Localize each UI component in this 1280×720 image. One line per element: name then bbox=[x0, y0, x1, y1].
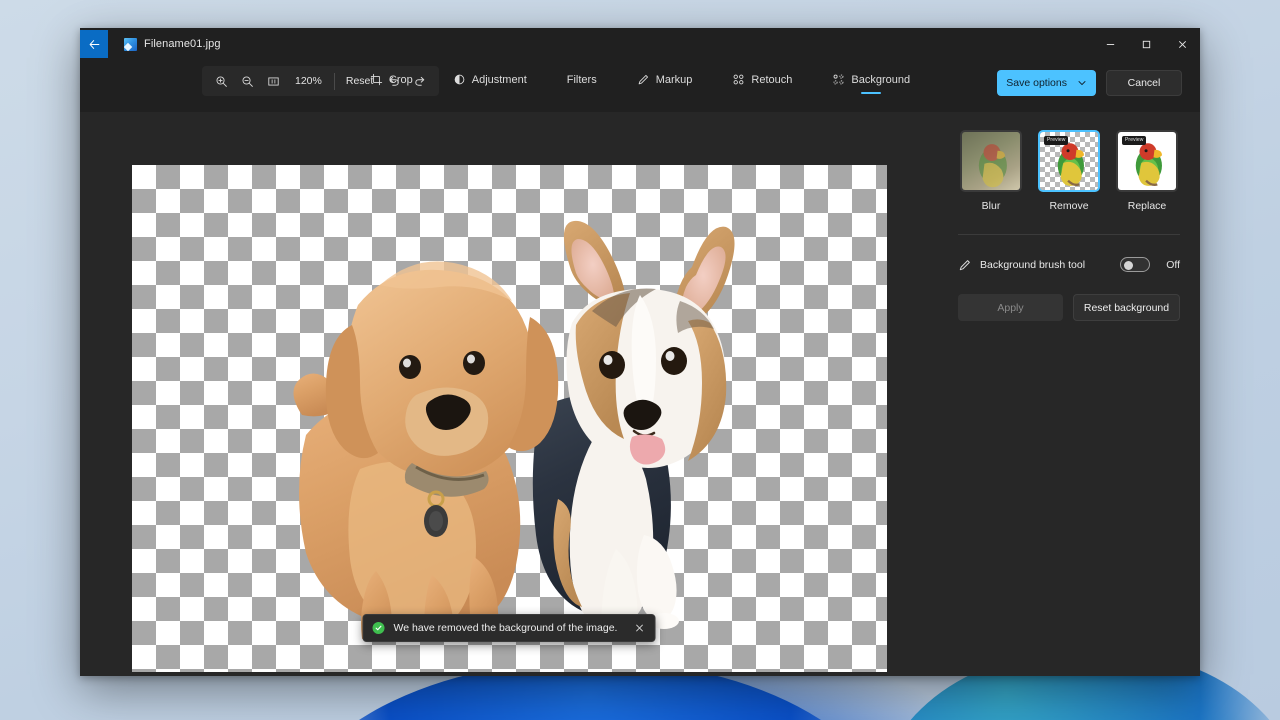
tab-adjustment[interactable]: Adjustment bbox=[445, 68, 535, 93]
option-thumbnail: Preview bbox=[1116, 130, 1178, 192]
close-icon bbox=[636, 624, 643, 632]
back-button[interactable] bbox=[80, 30, 108, 58]
tab-filters-label: Filters bbox=[566, 73, 597, 86]
title-bar: Filename01.jpg bbox=[80, 28, 1200, 60]
background-panel: Blur Preview Remove Preview Replace Back… bbox=[938, 112, 1200, 676]
chevron-down-icon bbox=[1078, 81, 1086, 86]
command-bar: 120% Reset Crop Adjustment Filters Marku… bbox=[80, 60, 1200, 112]
tab-background[interactable]: Background bbox=[824, 68, 918, 94]
option-label: Replace bbox=[1127, 200, 1167, 212]
title-area: Filename01.jpg bbox=[108, 28, 1092, 60]
parrot-preview-icon bbox=[978, 144, 1007, 188]
maximize-button[interactable] bbox=[1128, 28, 1164, 60]
adjustment-icon bbox=[454, 74, 465, 85]
tab-retouch-label: Retouch bbox=[751, 73, 793, 86]
save-options-button[interactable]: Save options bbox=[997, 70, 1096, 96]
background-option-remove[interactable]: Preview Remove bbox=[1038, 130, 1100, 212]
close-button[interactable] bbox=[1164, 28, 1200, 60]
panel-divider bbox=[958, 234, 1180, 235]
background-option-replace[interactable]: Preview Replace bbox=[1116, 130, 1178, 212]
option-label: Remove bbox=[1049, 200, 1089, 212]
tab-underline bbox=[861, 92, 882, 94]
tab-crop[interactable]: Crop bbox=[362, 68, 421, 93]
status-toast: We have removed the background of the im… bbox=[362, 614, 656, 642]
crop-icon bbox=[370, 73, 383, 86]
minimize-icon bbox=[1106, 43, 1114, 45]
toggle-state-label: Off bbox=[1166, 258, 1180, 271]
toggle-knob bbox=[1124, 260, 1133, 270]
tab-markup-label: Markup bbox=[655, 73, 693, 86]
background-brush-toggle[interactable] bbox=[1120, 257, 1150, 272]
apply-label: Apply bbox=[997, 301, 1024, 314]
preview-badge: Preview bbox=[1122, 136, 1147, 145]
reset-background-button[interactable]: Reset background bbox=[1073, 294, 1180, 321]
background-icon bbox=[833, 74, 844, 85]
pen-icon bbox=[638, 74, 648, 85]
panel-actions: Apply Reset background bbox=[958, 294, 1180, 321]
tab-adjustment-label: Adjustment bbox=[471, 73, 527, 86]
cancel-label: Cancel bbox=[1127, 77, 1161, 89]
tab-filters[interactable]: Filters bbox=[559, 69, 605, 93]
background-option-blur[interactable]: Blur bbox=[960, 130, 1022, 212]
tab-underline bbox=[572, 92, 592, 94]
option-label: Blur bbox=[981, 200, 1001, 212]
window-controls bbox=[1092, 28, 1200, 60]
background-options: Blur Preview Remove Preview Replace bbox=[958, 130, 1180, 212]
window-title: Filename01.jpg bbox=[144, 38, 221, 50]
tab-retouch[interactable]: Retouch bbox=[724, 68, 800, 93]
two-puppies-artwork bbox=[292, 220, 735, 639]
option-thumbnail bbox=[960, 130, 1022, 192]
back-arrow-icon bbox=[89, 39, 99, 49]
maximize-icon bbox=[1142, 40, 1150, 48]
preview-badge: Preview bbox=[1044, 136, 1069, 145]
apply-button[interactable]: Apply bbox=[958, 294, 1063, 321]
app-icon bbox=[124, 37, 137, 51]
option-thumbnail: Preview bbox=[1038, 130, 1100, 192]
image-canvas[interactable] bbox=[132, 165, 887, 672]
tab-background-label: Background bbox=[851, 73, 911, 86]
retouch-icon bbox=[733, 74, 744, 85]
image-subject bbox=[132, 165, 887, 672]
close-icon bbox=[1178, 40, 1186, 48]
cancel-button[interactable]: Cancel bbox=[1106, 70, 1182, 96]
tab-underline bbox=[480, 92, 500, 94]
editor-body: We have removed the background of the im… bbox=[80, 112, 1200, 676]
background-brush-label: Background brush tool bbox=[980, 258, 1086, 271]
save-options-label: Save options bbox=[1006, 77, 1067, 89]
tab-underline bbox=[381, 92, 401, 94]
background-brush-row: Background brush tool Off bbox=[958, 257, 1180, 272]
photo-editor-window: Filename01.jpg 120% Reset Crop Adjustmen… bbox=[80, 28, 1200, 676]
pen-icon bbox=[958, 258, 972, 272]
tab-crop-label: Crop bbox=[388, 73, 413, 86]
minimize-button[interactable] bbox=[1092, 28, 1128, 60]
success-check-icon bbox=[372, 622, 385, 634]
tab-underline bbox=[752, 92, 772, 94]
toast-message: We have removed the background of the im… bbox=[393, 622, 618, 634]
canvas-stage: We have removed the background of the im… bbox=[80, 112, 938, 676]
primary-actions: Save options Cancel bbox=[997, 70, 1182, 96]
tab-underline bbox=[655, 92, 675, 94]
reset-background-label: Reset background bbox=[1083, 301, 1170, 314]
tab-markup[interactable]: Markup bbox=[629, 68, 701, 93]
toast-close-button[interactable] bbox=[634, 623, 644, 633]
